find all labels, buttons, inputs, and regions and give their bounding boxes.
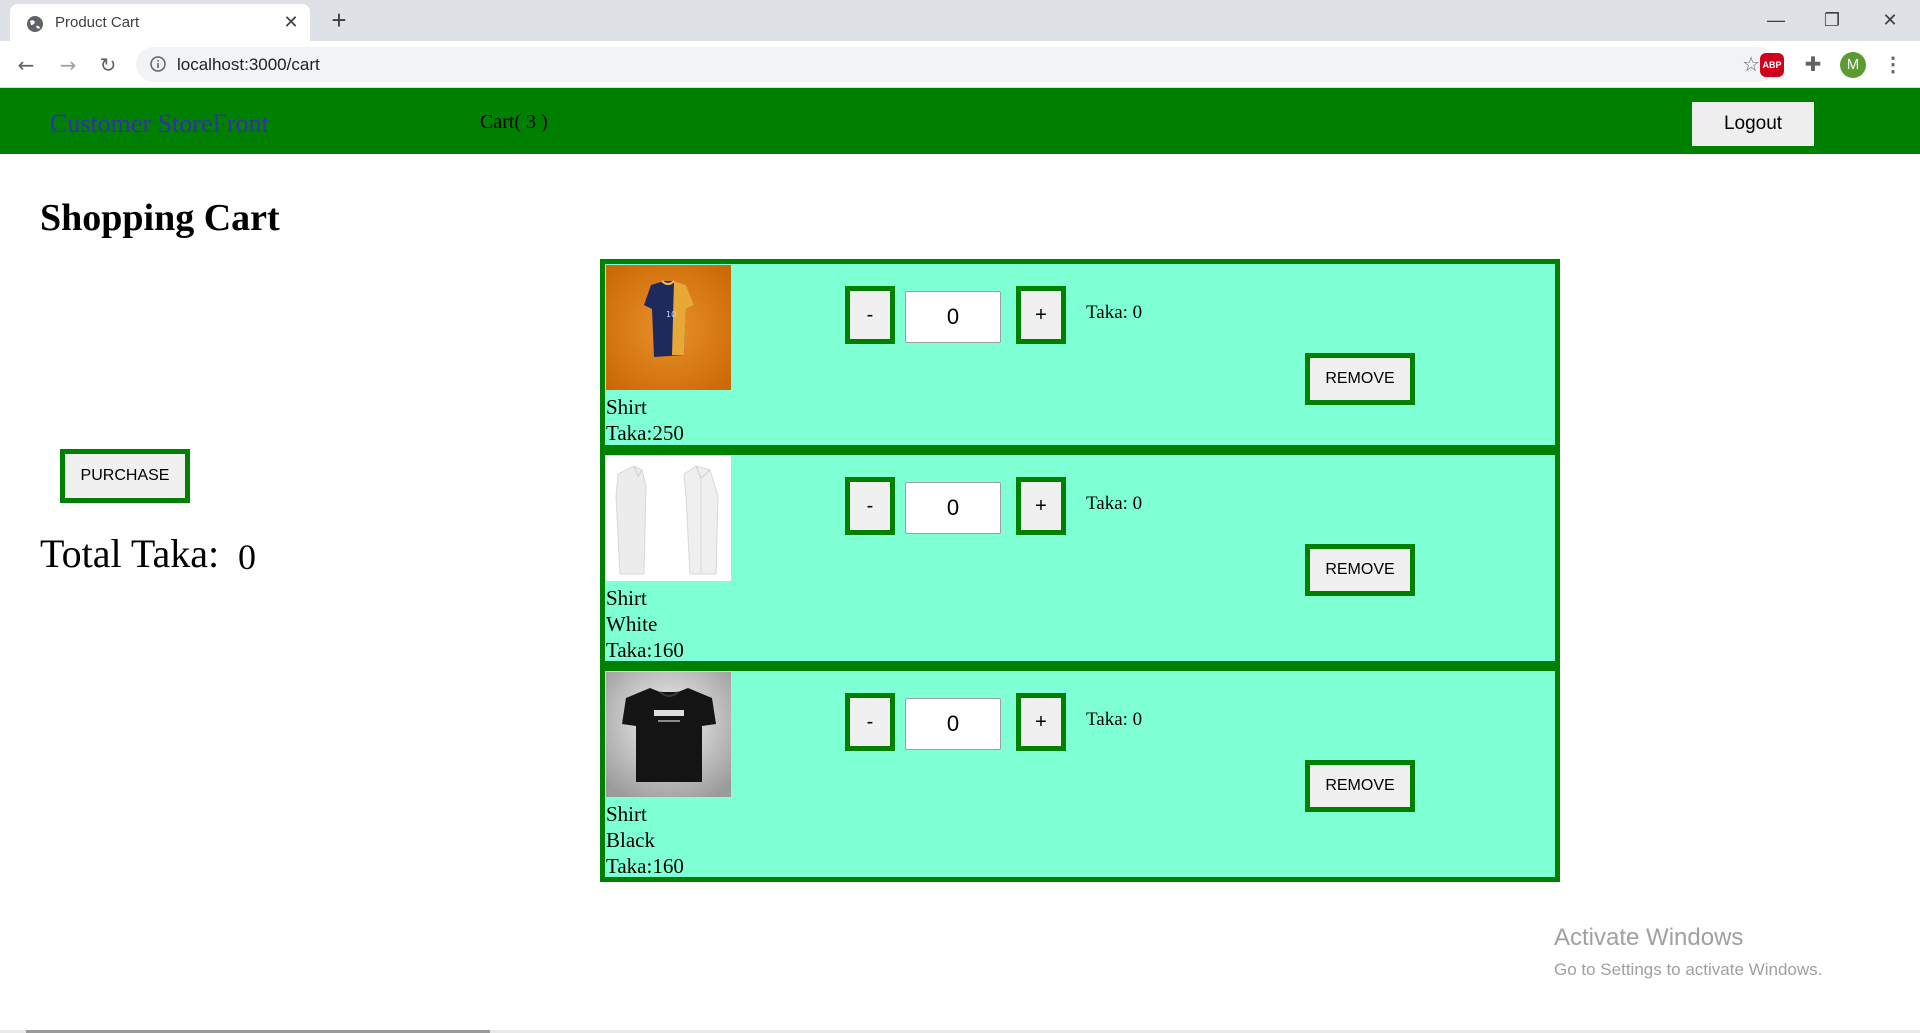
browser-tab-bar: Product Cart ✕ + — ❐ ✕ [0,0,1920,41]
profile-avatar[interactable]: M [1840,52,1866,78]
item-color: White [606,612,658,636]
page-title: Shopping Cart [40,197,280,239]
browser-toolbar: ← → ↻ localhost:3000/cart ☆ ABP ✚ M ⋮ [0,41,1920,88]
increase-quantity-button[interactable]: + [1016,693,1066,751]
remove-item-button[interactable]: REMOVE [1305,760,1415,812]
browser-menu-icon[interactable]: ⋮ [1880,52,1906,78]
item-name: Shirt [606,586,647,610]
increase-quantity-button[interactable]: + [1016,477,1066,535]
item-info: Shirt White Taka:160 [606,585,684,663]
globe-icon [27,16,43,32]
decrease-quantity-button[interactable]: - [845,693,895,751]
info-icon[interactable] [150,56,166,72]
tab-close-icon[interactable]: ✕ [280,11,302,33]
page-content: Customer StoreFront Cart( 3 ) Logout Sho… [0,88,1920,1033]
item-subtotal: Taka: 0 [1086,709,1143,730]
item-subtotal: Taka: 0 [1086,493,1143,514]
total-value: 0 [238,537,256,577]
logout-button[interactable]: Logout [1692,102,1814,146]
item-info: Shirt Taka:250 [606,394,684,446]
remove-item-button[interactable]: REMOVE [1305,353,1415,405]
item-name: Shirt [606,395,647,419]
item-price: Taka:160 [606,854,684,878]
item-info: Shirt Black Taka:160 [606,801,684,879]
item-price: Taka:250 [606,421,684,445]
cart-item: Shirt White Taka:160 - + Taka: 0 REMOVE [600,450,1560,666]
forward-arrow-icon[interactable]: → [54,51,82,79]
window-close-icon[interactable]: ✕ [1868,6,1912,34]
new-tab-button[interactable]: + [326,7,352,33]
svg-text:10: 10 [666,310,676,319]
orange-navy-shirt-image: 10 [606,265,731,390]
url-text: localhost:3000/cart [177,55,320,74]
store-navbar: Customer StoreFront Cart( 3 ) Logout [0,88,1920,154]
item-subtotal: Taka: 0 [1086,302,1143,323]
purchase-button[interactable]: PURCHASE [60,449,190,503]
extensions-puzzle-icon[interactable]: ✚ [1800,52,1826,78]
decrease-quantity-button[interactable]: - [845,477,895,535]
address-bar[interactable]: localhost:3000/cart ☆ [136,47,1776,82]
back-arrow-icon[interactable]: ← [12,51,40,79]
quantity-input[interactable] [905,698,1001,750]
item-price: Taka:160 [606,638,684,662]
black-tshirt-image [606,672,731,797]
reload-icon[interactable]: ↻ [94,51,122,79]
cart-item: Shirt Black Taka:160 - + Taka: 0 REMOVE [600,666,1560,882]
windows-activation-title: Activate Windows [1554,924,1744,951]
bookmark-star-icon[interactable]: ☆ [1742,52,1760,76]
decrease-quantity-button[interactable]: - [845,286,895,344]
minimize-icon[interactable]: — [1754,6,1798,34]
quantity-input[interactable] [905,291,1001,343]
item-name: Shirt [606,802,647,826]
cart-link[interactable]: Cart( 3 ) [480,111,548,134]
white-shirt-image [606,456,731,581]
total-label: Total Taka: [40,531,220,576]
windows-activation-subtitle: Go to Settings to activate Windows. [1554,960,1823,979]
cart-list: 10 Shirt Taka:250 - + Taka: 0 REMOVE [600,259,1560,882]
remove-item-button[interactable]: REMOVE [1305,544,1415,596]
restore-icon[interactable]: ❐ [1810,6,1854,34]
quantity-input[interactable] [905,482,1001,534]
cart-item: 10 Shirt Taka:250 - + Taka: 0 REMOVE [600,259,1560,450]
item-color: Black [606,828,655,852]
tab-title: Product Cart [55,14,140,31]
browser-tab[interactable]: Product Cart ✕ [10,4,310,41]
brand-link[interactable]: Customer StoreFront [50,109,269,139]
increase-quantity-button[interactable]: + [1016,286,1066,344]
adblock-extension-icon[interactable]: ABP [1760,53,1784,77]
